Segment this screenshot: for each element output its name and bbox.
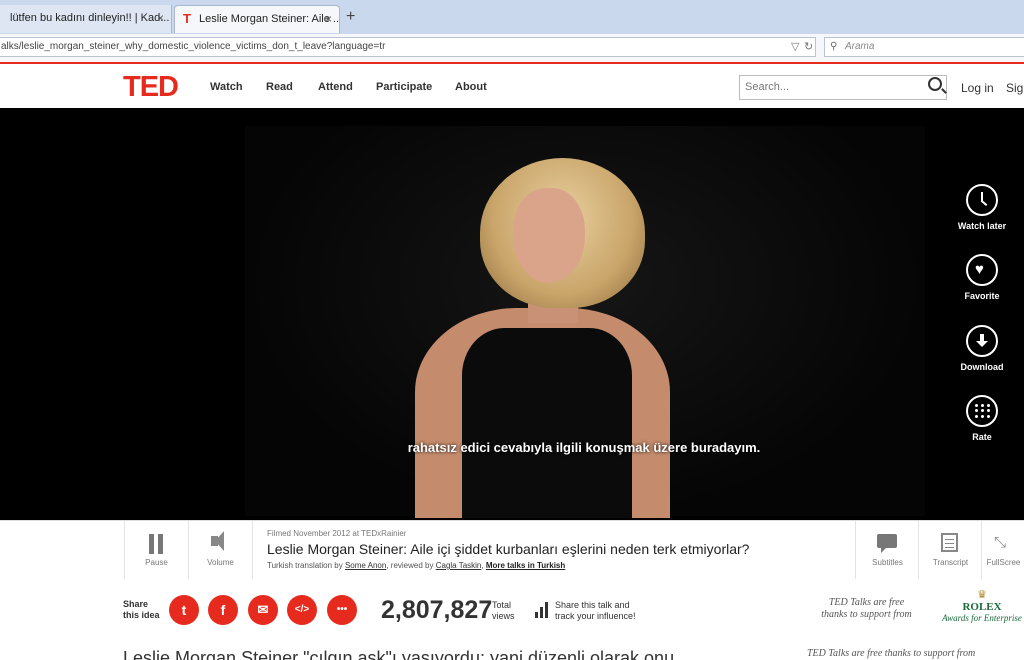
description-heading: Leslie Morgan Steiner "çılgın aşk"ı yaşı… <box>123 648 675 660</box>
bar-chart-icon[interactable] <box>535 602 549 618</box>
reviewer-link[interactable]: Cagla Taskin <box>436 561 482 570</box>
talk-title: Leslie Morgan Steiner: Aile içi şiddet k… <box>267 541 750 557</box>
player-control-bar: Pause Volume Filmed November 2012 at TED… <box>0 520 1024 580</box>
url-text: alks/leslie_morgan_steiner_why_domestic_… <box>1 41 386 52</box>
dots-icon <box>966 395 998 427</box>
signup-link[interactable]: Sig <box>1006 81 1023 95</box>
speech-bubble-icon <box>856 532 919 558</box>
download-label: Download <box>960 362 1004 372</box>
ted-logo[interactable]: TED <box>123 71 179 104</box>
search-icon[interactable] <box>928 77 942 91</box>
favorite-button[interactable]: ♥ Favorite <box>952 254 1012 301</box>
watch-later-button[interactable]: Watch later <box>952 184 1012 231</box>
search-placeholder: Arama <box>845 41 875 52</box>
sponsor-text: TED Talks are free thanks to support fro… <box>821 597 912 620</box>
more-icon[interactable]: ••• <box>327 595 357 625</box>
views-label: Total views <box>492 600 515 621</box>
video-subtitle: rahatsız edici cevabıyla ilgili konuşmak… <box>407 440 761 455</box>
watch-later-label: Watch later <box>957 221 1007 231</box>
pause-label: Pause <box>145 558 168 567</box>
clock-icon <box>966 184 998 216</box>
site-search-input[interactable]: Search... <box>739 75 947 100</box>
share-row: Share this idea t f ✉ </> ••• 2,807,827 … <box>0 579 1024 639</box>
speaker-dress <box>462 328 632 518</box>
view-count: 2,807,827 <box>381 596 493 624</box>
transcript-label: Transcript <box>932 558 969 567</box>
address-bar[interactable]: alks/leslie_morgan_steiner_why_domestic_… <box>0 37 816 57</box>
translator-link[interactable]: Some Anon <box>345 561 386 570</box>
new-tab-button[interactable]: + <box>346 8 355 26</box>
divider <box>252 521 254 579</box>
rate-button[interactable]: Rate <box>952 395 1012 442</box>
transcript-button[interactable]: Transcript <box>918 521 982 579</box>
download-button[interactable]: Download <box>952 325 1012 372</box>
talk-info: Filmed November 2012 at TEDxRainier Lesl… <box>267 529 847 570</box>
browser-search-input[interactable]: ⚲ Arama <box>824 37 1024 57</box>
fullscreen-label: FullScree <box>986 558 1021 567</box>
browser-nav-bar: alks/leslie_morgan_steiner_why_domestic_… <box>0 34 1024 63</box>
heart-icon: ♥ <box>966 254 998 286</box>
close-tab-icon[interactable]: × <box>157 5 164 31</box>
site-header: TED Watch Read Attend Participate About … <box>0 62 1024 108</box>
search-icon: ⚲ <box>830 41 838 52</box>
subtitles-button[interactable]: Subtitles <box>855 521 919 579</box>
document-icon <box>919 532 982 558</box>
talk-description-section: Leslie Morgan Steiner "çılgın aşk"ı yaşı… <box>0 640 1024 660</box>
fullscreen-button[interactable]: ⤡ FullScree <box>981 521 1024 579</box>
translation-credits: Turkish translation by Some Anon, review… <box>267 561 566 570</box>
volume-label: Volume <box>207 558 234 567</box>
nav-attend[interactable]: Attend <box>318 81 353 93</box>
sponsor-text-2: TED Talks are free thanks to support fro… <box>807 648 976 659</box>
email-icon[interactable]: ✉ <box>248 595 278 625</box>
pause-icon <box>125 532 188 558</box>
twitter-icon[interactable]: t <box>169 595 199 625</box>
crown-icon: ♛ <box>977 589 987 601</box>
close-tab-icon[interactable]: × <box>325 6 332 32</box>
login-link[interactable]: Log in <box>961 81 994 95</box>
volume-button[interactable]: Volume <box>188 521 252 579</box>
pause-button[interactable]: Pause <box>124 521 188 579</box>
browser-tab-1[interactable]: lütfen bu kadını dinleyin!! | Kad... × <box>0 5 172 33</box>
nav-read[interactable]: Read <box>266 81 293 93</box>
tab-title: Leslie Morgan Steiner: Aile ... <box>199 13 340 25</box>
video-player[interactable]: rahatsız edici cevabıyla ilgili konuşmak… <box>0 108 1024 520</box>
browser-tab-bar: lütfen bu kadını dinleyin!! | Kad... × T… <box>0 0 1024 35</box>
browser-tab-2[interactable]: T Leslie Morgan Steiner: Aile ... × <box>174 5 340 33</box>
tab-title: lütfen bu kadını dinleyin!! | Kad... <box>10 12 170 24</box>
embed-icon[interactable]: </> <box>287 595 317 625</box>
nav-watch[interactable]: Watch <box>210 81 243 93</box>
more-talks-link[interactable]: More talks in Turkish <box>486 561 565 570</box>
site-search-placeholder: Search... <box>745 81 790 93</box>
download-icon <box>966 325 998 357</box>
facebook-icon[interactable]: f <box>208 595 238 625</box>
speaker-face <box>513 188 585 283</box>
filmed-text: Filmed November 2012 at TEDxRainier <box>267 529 407 538</box>
favorite-label: Favorite <box>964 291 1000 301</box>
reload-icon[interactable]: ↻ <box>804 38 813 56</box>
share-label: Share this idea <box>123 599 160 620</box>
rate-label: Rate <box>972 432 992 442</box>
nav-about[interactable]: About <box>455 81 487 93</box>
track-influence-link[interactable]: Share this talk and track your influence… <box>555 600 636 622</box>
ted-favicon-icon: T <box>183 11 191 26</box>
speaker-icon <box>189 531 252 558</box>
rolex-logo[interactable]: ♛ ROLEX Awards for Enterprise <box>940 588 1024 623</box>
dropdown-icon[interactable]: ▽ <box>791 38 799 56</box>
nav-participate[interactable]: Participate <box>376 81 432 93</box>
subtitles-label: Subtitles <box>872 558 903 567</box>
expand-icon: ⤡ <box>994 534 1007 551</box>
